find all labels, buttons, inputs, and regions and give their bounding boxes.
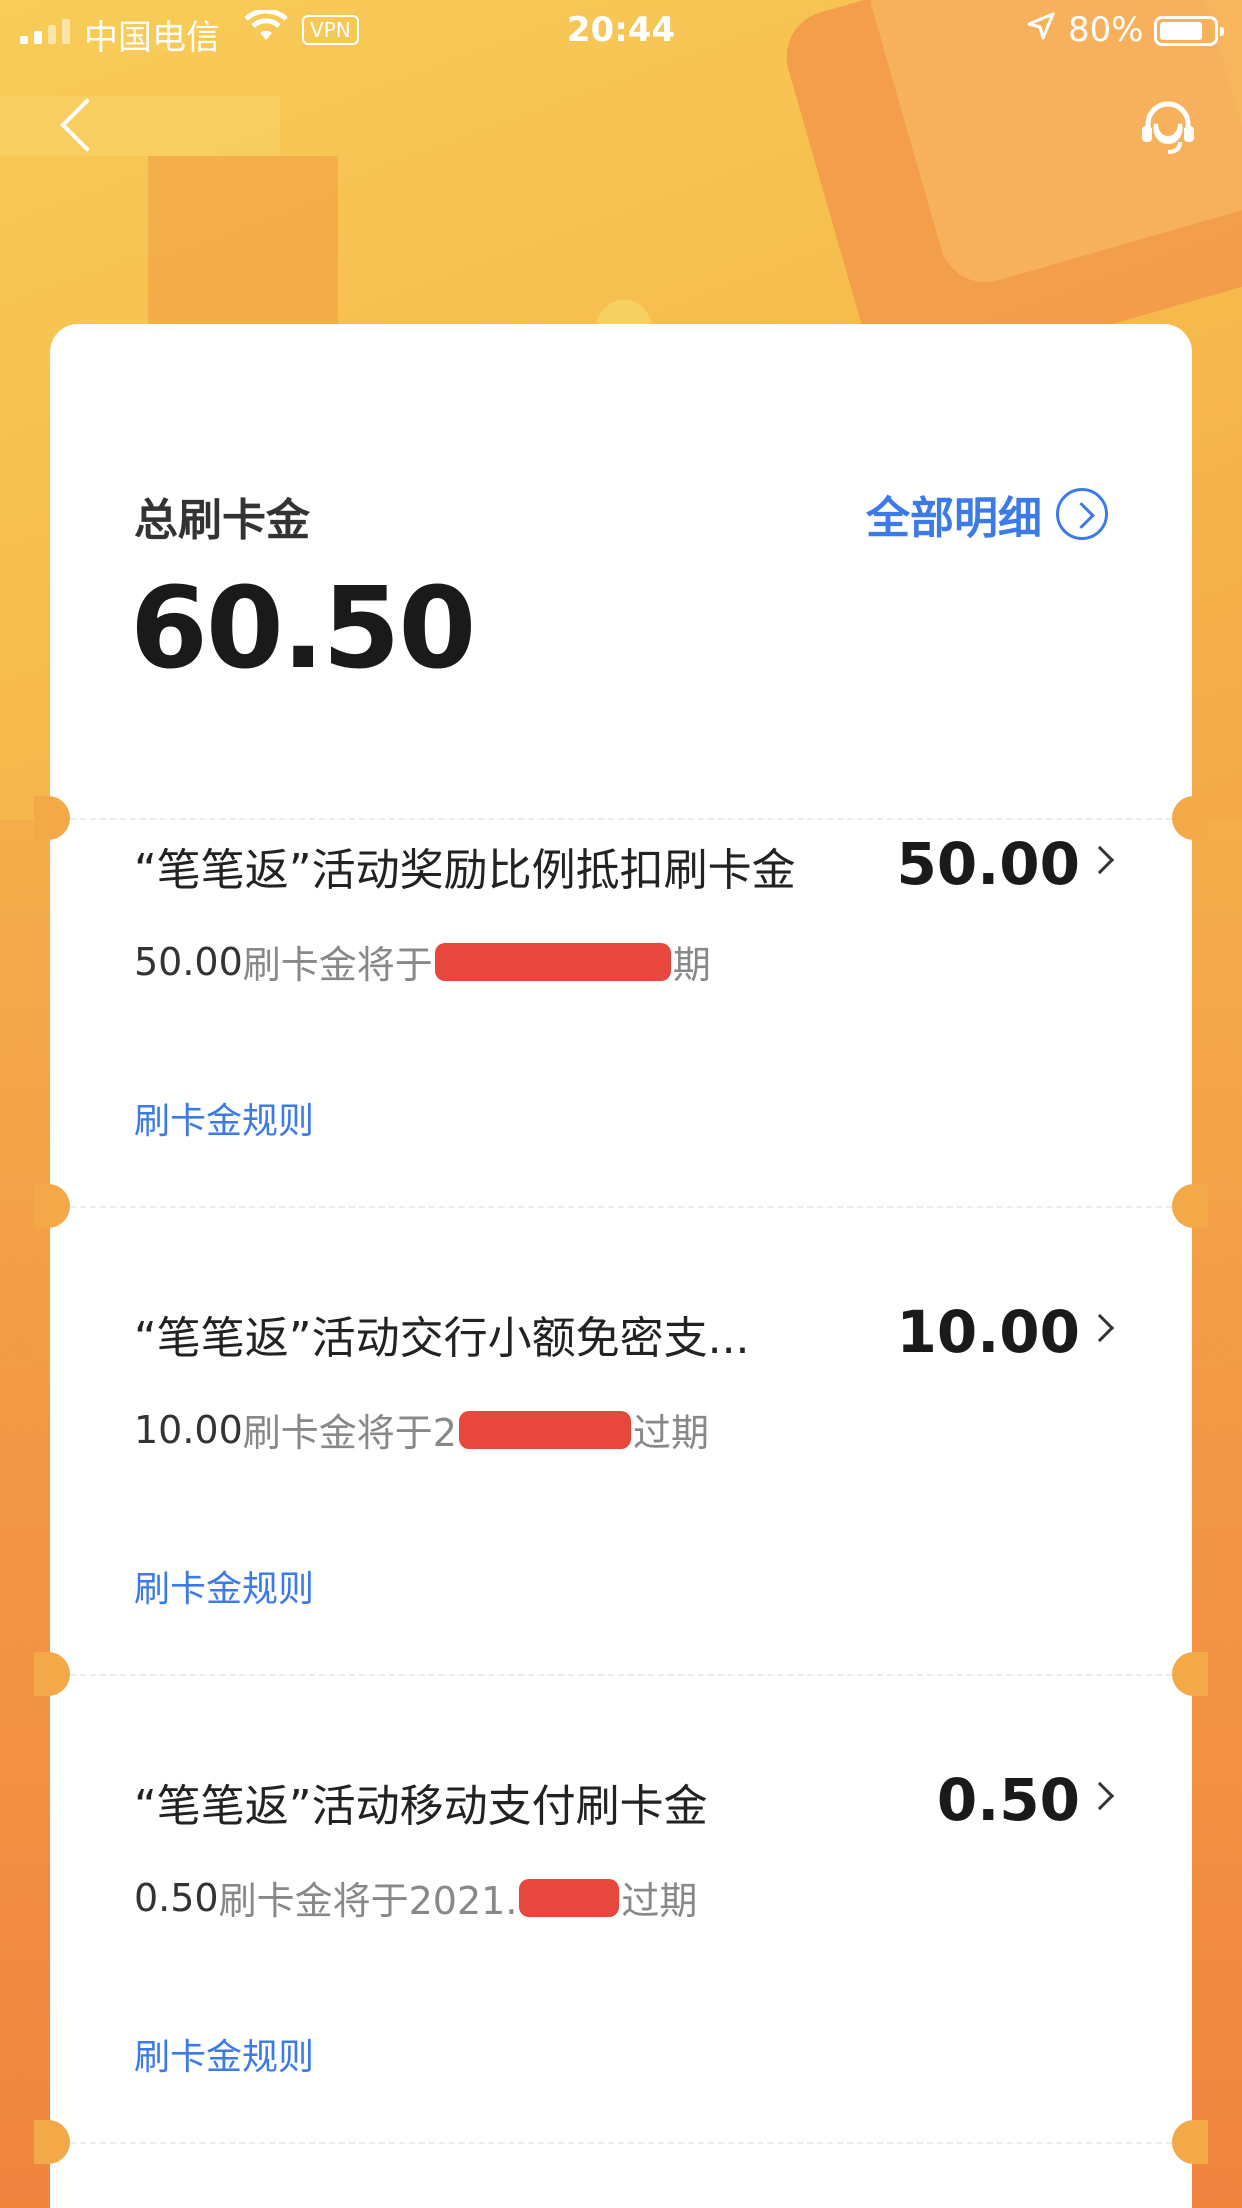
expire-suffix: 期 — [672, 943, 711, 987]
all-details-label: 全部明细 — [866, 493, 1042, 544]
divider — [50, 818, 1192, 820]
redaction-mark — [458, 1410, 631, 1449]
expire-amount: 0.50 — [134, 1875, 219, 1920]
redaction-mark — [519, 1878, 620, 1917]
item-title: “笔笔返”活动移动支付刷卡金 — [134, 1781, 708, 1832]
expire-prefix: 刷卡金将于 — [242, 943, 433, 987]
item-amount: 0.50 — [936, 1766, 1080, 1834]
item-amount: 10.00 — [896, 1298, 1080, 1366]
all-details-link[interactable]: 全部明细 — [866, 482, 1108, 546]
expire-suffix: 过期 — [632, 1411, 709, 1455]
decorative-shape — [0, 96, 280, 156]
item-amount: 50.00 — [896, 830, 1080, 898]
item-title: “笔笔返”活动交行小额免密支... — [134, 1313, 750, 1364]
location-arrow-icon — [1026, 10, 1056, 50]
divider — [50, 2142, 1192, 2144]
list-item[interactable]: “笔笔返”活动奖励比例抵扣刷卡金 50.00 50.00 刷卡金将于 期 刷卡金… — [50, 824, 1192, 1292]
chevron-right-icon — [1085, 1313, 1115, 1343]
expire-prefix: 刷卡金将于2 — [242, 1411, 457, 1455]
item-expire-note: 50.00 刷卡金将于 期 — [134, 934, 711, 989]
rule-link[interactable]: 刷卡金规则 — [134, 2028, 314, 2080]
battery-icon — [1154, 16, 1224, 46]
chevron-right-icon — [1085, 1781, 1115, 1811]
item-title: “笔笔返”活动奖励比例抵扣刷卡金 — [134, 845, 796, 896]
decorative-shape — [148, 156, 338, 326]
divider — [50, 1206, 1192, 1208]
item-expire-note: 10.00 刷卡金将于2 过期 — [134, 1402, 709, 1457]
status-bar: 中国电信 VPN 20:44 80% — [0, 0, 1242, 62]
card-notch — [1172, 1652, 1208, 1696]
battery-percent: 80% — [1068, 10, 1144, 50]
summary-title: 总刷卡金 — [134, 495, 310, 546]
card-balance-panel: 总刷卡金 60.50 全部明细 “笔笔返”活动奖励比例抵扣刷卡金 50.00 5… — [34, 324, 1208, 2208]
chevron-right-icon — [1085, 845, 1115, 875]
item-expire-note: 0.50 刷卡金将于2021. 过期 — [134, 1870, 697, 1925]
list-item[interactable]: “笔笔返”活动交行小额免密支... 10.00 10.00 刷卡金将于2 过期 … — [50, 1292, 1192, 1760]
rule-link[interactable]: 刷卡金规则 — [134, 1092, 314, 1144]
customer-service-icon[interactable] — [1136, 96, 1200, 160]
expire-amount: 50.00 — [134, 939, 243, 984]
list-item[interactable]: “笔笔返”活动移动支付刷卡金 0.50 0.50 刷卡金将于2021. 过期 刷… — [50, 1760, 1192, 2208]
expire-suffix: 过期 — [621, 1879, 698, 1923]
card-notch — [1172, 2120, 1208, 2164]
redaction-mark — [434, 942, 671, 981]
back-button[interactable] — [56, 96, 96, 156]
rule-link[interactable]: 刷卡金规则 — [134, 1560, 314, 1612]
expire-amount: 10.00 — [134, 1407, 243, 1452]
summary-total: 60.50 — [130, 564, 476, 694]
card-notch — [1172, 1184, 1208, 1228]
divider — [50, 1674, 1192, 1676]
expire-prefix: 刷卡金将于2021. — [218, 1879, 518, 1923]
circle-chevron-right-icon — [1056, 488, 1108, 540]
